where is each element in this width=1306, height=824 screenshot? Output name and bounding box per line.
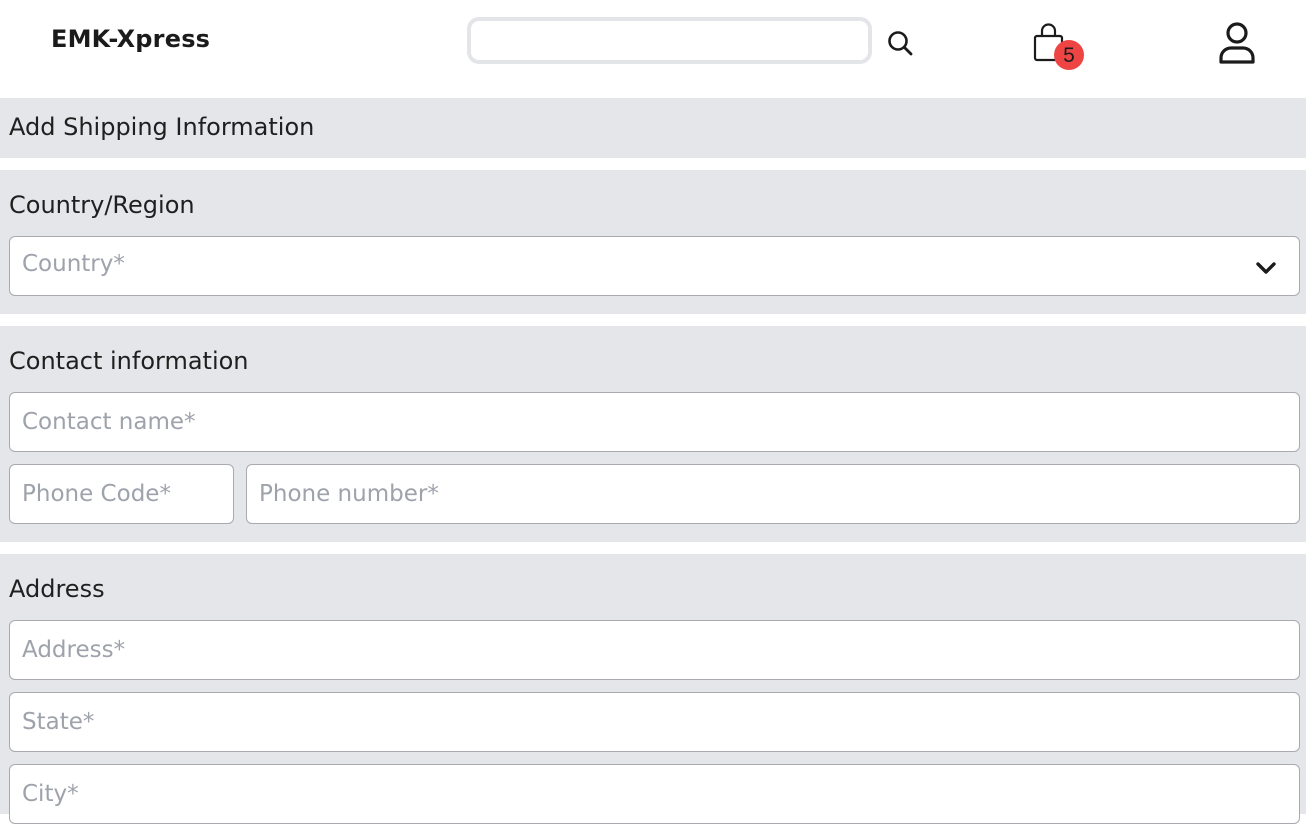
address-section-label: Address	[9, 575, 105, 603]
address-input[interactable]	[9, 620, 1300, 680]
city-input[interactable]	[9, 764, 1300, 824]
country-section: Country/Region Country*	[0, 170, 1306, 314]
contact-section: Contact information	[0, 326, 1306, 542]
cart-count-badge: 5	[1054, 40, 1084, 70]
phone-number-input[interactable]	[246, 464, 1300, 524]
page-title-bar: Add Shipping Information	[0, 98, 1306, 158]
contact-name-input[interactable]	[9, 392, 1300, 452]
chevron-down-icon	[1256, 262, 1276, 274]
contact-section-label: Contact information	[9, 347, 249, 375]
page-title: Add Shipping Information	[9, 113, 315, 141]
search-button[interactable]	[884, 27, 916, 59]
country-select[interactable]: Country*	[9, 236, 1300, 296]
address-section: Address	[0, 554, 1306, 824]
country-section-label: Country/Region	[9, 191, 195, 219]
state-input[interactable]	[9, 692, 1300, 752]
search-icon	[888, 31, 913, 56]
cart-button[interactable]: 5	[1030, 22, 1086, 72]
search-input[interactable]	[467, 17, 872, 64]
account-button[interactable]	[1214, 20, 1260, 68]
top-navbar: EMK-Xpress 5	[0, 0, 1306, 98]
phone-code-input[interactable]	[9, 464, 234, 524]
brand-logo[interactable]: EMK-Xpress	[51, 25, 210, 53]
user-icon	[1219, 22, 1255, 64]
country-select-placeholder: Country*	[22, 251, 125, 277]
